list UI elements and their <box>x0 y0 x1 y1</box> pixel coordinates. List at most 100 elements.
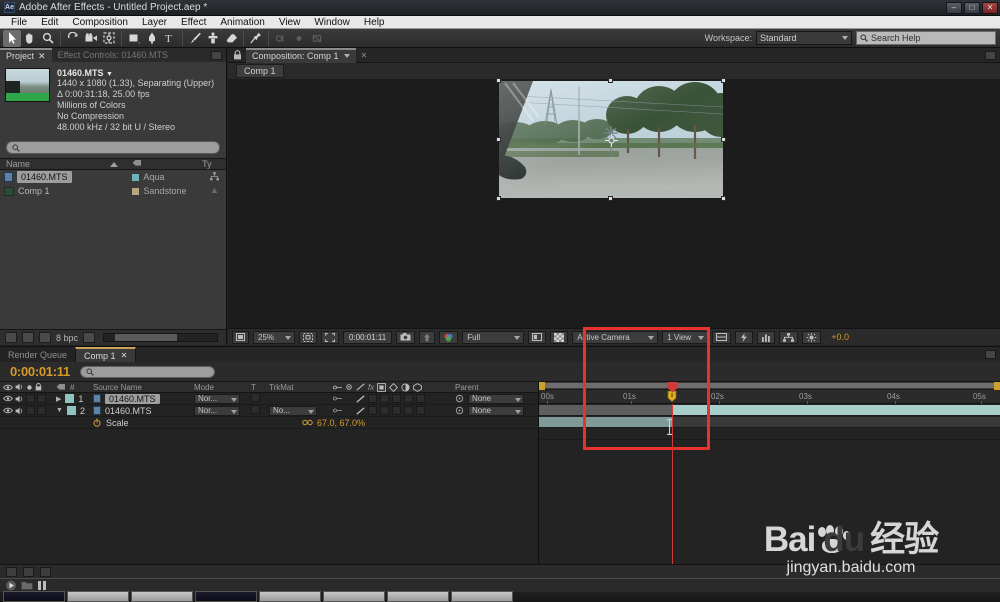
align-center-icon[interactable] <box>290 30 308 47</box>
minimize-button[interactable]: – <box>946 2 962 14</box>
toggle-grid-icon[interactable] <box>299 331 317 344</box>
layer-track-matte-cell-2[interactable]: No... <box>269 405 329 416</box>
column-label[interactable] <box>132 159 202 169</box>
property-value-scale[interactable]: 67.0, 67.0% <box>317 418 365 428</box>
column-source-name[interactable]: Source Name <box>93 383 194 392</box>
resize-handle-tl[interactable] <box>496 79 501 83</box>
switcher-icon[interactable] <box>37 580 47 591</box>
show-snapshot-icon[interactable] <box>419 331 435 344</box>
layer-mode-select-1[interactable]: Nor... <box>194 394 240 404</box>
taskbar-item[interactable] <box>3 591 65 602</box>
column-type[interactable]: Ty <box>202 159 226 169</box>
eraser-tool-icon[interactable] <box>222 30 240 47</box>
audio-icon[interactable] <box>15 395 24 403</box>
lock-toggle[interactable] <box>37 406 46 415</box>
item-label-cell[interactable]: Aqua <box>132 172 202 182</box>
tab-effect-controls[interactable]: Effect Controls: 01460.MTS <box>52 48 174 62</box>
menu-item-window[interactable]: Window <box>307 16 357 29</box>
3d-renderer-icon[interactable] <box>779 331 798 344</box>
menu-item-effect[interactable]: Effect <box>174 16 213 29</box>
pan-behind-tool-icon[interactable] <box>100 30 118 47</box>
taskbar-item[interactable] <box>451 591 513 602</box>
tab-comp1[interactable]: Comp 1 ✕ <box>75 347 136 362</box>
layer-name-cell-2[interactable]: 01460.MTS <box>93 406 194 416</box>
rotation-tool-icon[interactable] <box>64 30 82 47</box>
new-folder-icon[interactable] <box>22 332 34 343</box>
frame-blending-toggle[interactable] <box>380 406 389 415</box>
audio-icon[interactable] <box>15 407 24 415</box>
quality-icon[interactable] <box>356 407 365 415</box>
shy-icon[interactable] <box>333 395 342 402</box>
layer-preserve-transparency-2[interactable] <box>251 405 269 416</box>
new-composition-icon[interactable] <box>39 332 51 343</box>
panel-menu-icon[interactable] <box>211 51 222 60</box>
3d-toggle[interactable] <box>416 406 425 415</box>
close-icon[interactable]: ✕ <box>361 51 368 60</box>
eye-icon[interactable] <box>3 395 13 402</box>
project-list-item-comp[interactable]: Comp 1 Sandstone <box>0 184 226 198</box>
adjustment-toggle[interactable] <box>404 406 413 415</box>
menu-item-view[interactable]: View <box>272 16 308 29</box>
solo-toggle[interactable] <box>26 406 35 415</box>
stopwatch-icon[interactable] <box>93 418 101 427</box>
resize-handle-bc[interactable] <box>608 196 613 201</box>
menu-item-help[interactable]: Help <box>357 16 392 29</box>
lock-toggle[interactable] <box>37 394 46 403</box>
always-preview-icon[interactable] <box>232 331 249 344</box>
link-constrain-icon[interactable] <box>302 419 313 426</box>
pickwhip-icon[interactable] <box>455 394 464 403</box>
layer-mode-cell-2[interactable]: Nor... <box>194 405 251 416</box>
timeline-graph-icon[interactable] <box>757 331 775 344</box>
pen-tool-icon[interactable] <box>143 30 161 47</box>
column-parent[interactable]: Parent <box>449 383 538 392</box>
close-icon[interactable]: ✕ <box>121 351 128 360</box>
layer-row-2[interactable]: ▼ 2 01460.MTS Nor... <box>0 405 538 417</box>
menu-item-layer[interactable]: Layer <box>135 16 174 29</box>
zoom-tool-icon[interactable] <box>39 30 57 47</box>
project-search-input[interactable] <box>6 141 220 154</box>
resize-handle-tc[interactable] <box>608 79 613 83</box>
resize-handle-tr[interactable] <box>721 79 726 83</box>
tab-project[interactable]: Project ✕ <box>0 48 52 62</box>
menu-item-file[interactable]: File <box>4 16 34 29</box>
timeline-search-input[interactable] <box>80 366 215 378</box>
close-button[interactable]: ✕ <box>982 2 998 14</box>
align-left-icon[interactable] <box>272 30 290 47</box>
playhead-handle[interactable] <box>667 382 678 393</box>
label-color-swatch[interactable] <box>132 188 139 195</box>
layer-label-swatch[interactable] <box>65 394 74 403</box>
taskbar-item[interactable] <box>195 591 257 602</box>
shape-tool-icon[interactable] <box>125 30 143 47</box>
camera-tool-icon[interactable] <box>82 30 100 47</box>
label-color-swatch[interactable] <box>132 174 139 181</box>
item-label-cell[interactable]: Sandstone <box>132 186 202 196</box>
shy-icon[interactable] <box>333 407 342 414</box>
layer-label-swatch[interactable] <box>67 406 76 415</box>
3d-toggle[interactable] <box>416 394 425 403</box>
resize-handle-br[interactable] <box>721 196 726 201</box>
breadcrumb[interactable]: Comp 1 <box>236 64 284 78</box>
close-icon[interactable]: ✕ <box>38 51 46 62</box>
maximize-button[interactable]: □ <box>964 2 980 14</box>
region-preview-icon[interactable] <box>528 331 546 344</box>
bit-depth-label[interactable]: 8 bpc <box>56 333 78 343</box>
layer-bar-row-1[interactable] <box>539 404 1000 416</box>
layer-preserve-transparency-1[interactable] <box>251 393 269 404</box>
layer-bounding-box[interactable] <box>499 81 723 198</box>
menu-item-edit[interactable]: Edit <box>34 16 65 29</box>
interpret-footage-icon[interactable] <box>5 332 17 343</box>
layer-row-1[interactable]: ▶ 1 01460.MTS Nor... <box>0 393 538 405</box>
region-of-interest-icon[interactable] <box>321 331 339 344</box>
column-mode[interactable]: Mode <box>194 383 251 392</box>
taskbar-item[interactable] <box>131 591 193 602</box>
pickwhip-icon[interactable] <box>455 406 464 415</box>
pixel-aspect-correction-icon[interactable] <box>712 331 731 344</box>
toggle-switches-modes-icon[interactable] <box>6 567 17 577</box>
horizontal-scrollbar[interactable] <box>103 333 218 342</box>
puppet-pin-tool-icon[interactable] <box>247 30 265 47</box>
taskbar-item[interactable] <box>67 591 129 602</box>
text-tool-icon[interactable]: T <box>161 30 179 47</box>
folder-icon[interactable] <box>21 580 33 591</box>
hand-tool-icon[interactable] <box>21 30 39 47</box>
camera-view-select[interactable]: Active Camera <box>572 331 658 344</box>
